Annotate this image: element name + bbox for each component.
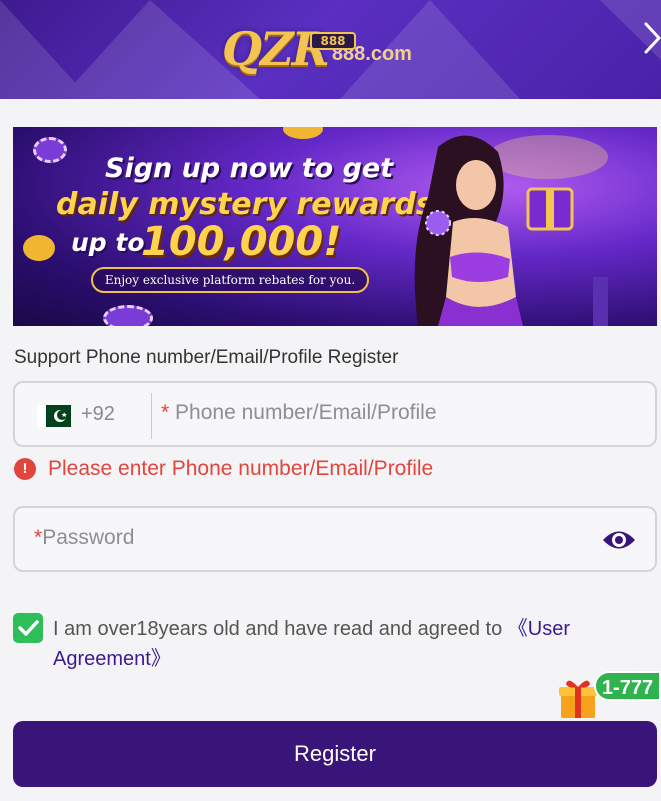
agreement-text: I am over18years old and have read and a… <box>53 614 643 674</box>
phone-input[interactable]: * Phone number/Email/Profile <box>161 401 437 425</box>
exclamation-circle-icon: ! <box>14 458 36 480</box>
chip-decoration <box>103 305 153 326</box>
password-placeholder-text: Password <box>42 526 135 549</box>
banner-headline-2: daily mystery rewards <box>56 187 434 222</box>
required-mark: * <box>34 526 43 549</box>
chevron-right-icon <box>644 22 661 54</box>
register-section-label: Support Phone number/Email/Profile Regis… <box>14 347 399 368</box>
header: QZR 888 888.com <box>0 0 661 99</box>
banner-headline-prefix: up to <box>71 228 145 257</box>
coin-decoration <box>283 127 323 139</box>
pakistan-flag-icon[interactable] <box>37 405 71 427</box>
password-input[interactable]: *Password <box>34 526 134 550</box>
logo: QZR 888 888.com <box>222 22 454 76</box>
agreement-statement: I am over18years old and have read and a… <box>53 618 508 640</box>
gift-icon <box>559 680 597 718</box>
required-mark: * <box>161 401 170 424</box>
coin-decoration <box>23 235 55 261</box>
register-button[interactable]: Register <box>13 721 657 787</box>
agreement-checkbox[interactable] <box>13 613 43 643</box>
phone-field[interactable]: +92 * Phone number/Email/Profile <box>13 381 657 447</box>
banner-headline-1: Sign up now to get <box>105 153 394 184</box>
check-icon <box>18 620 39 636</box>
gift-badge: 1-777 <box>594 671 661 701</box>
logo-badge: 888 <box>310 32 356 50</box>
close-button[interactable] <box>642 16 661 60</box>
error-text: Please enter Phone number/Email/Profile <box>48 457 434 480</box>
banner-subline: Enjoy exclusive platform rebates for you… <box>91 267 369 293</box>
promo-banner[interactable]: Sign up now to get daily mystery rewards… <box>13 127 657 326</box>
password-field[interactable]: *Password <box>13 506 657 572</box>
gift-widget[interactable]: 1-777 <box>556 668 661 722</box>
field-divider <box>151 393 152 439</box>
phone-placeholder-text: Phone number/Email/Profile <box>175 401 437 424</box>
banner-character-illustration <box>414 135 608 326</box>
chip-decoration <box>33 137 67 163</box>
error-message: ! Please enter Phone number/Email/Profil… <box>14 457 433 481</box>
banner-headline-amount: 100,000! <box>141 219 342 265</box>
eye-icon[interactable] <box>601 527 637 553</box>
country-code[interactable]: +92 <box>81 403 115 426</box>
